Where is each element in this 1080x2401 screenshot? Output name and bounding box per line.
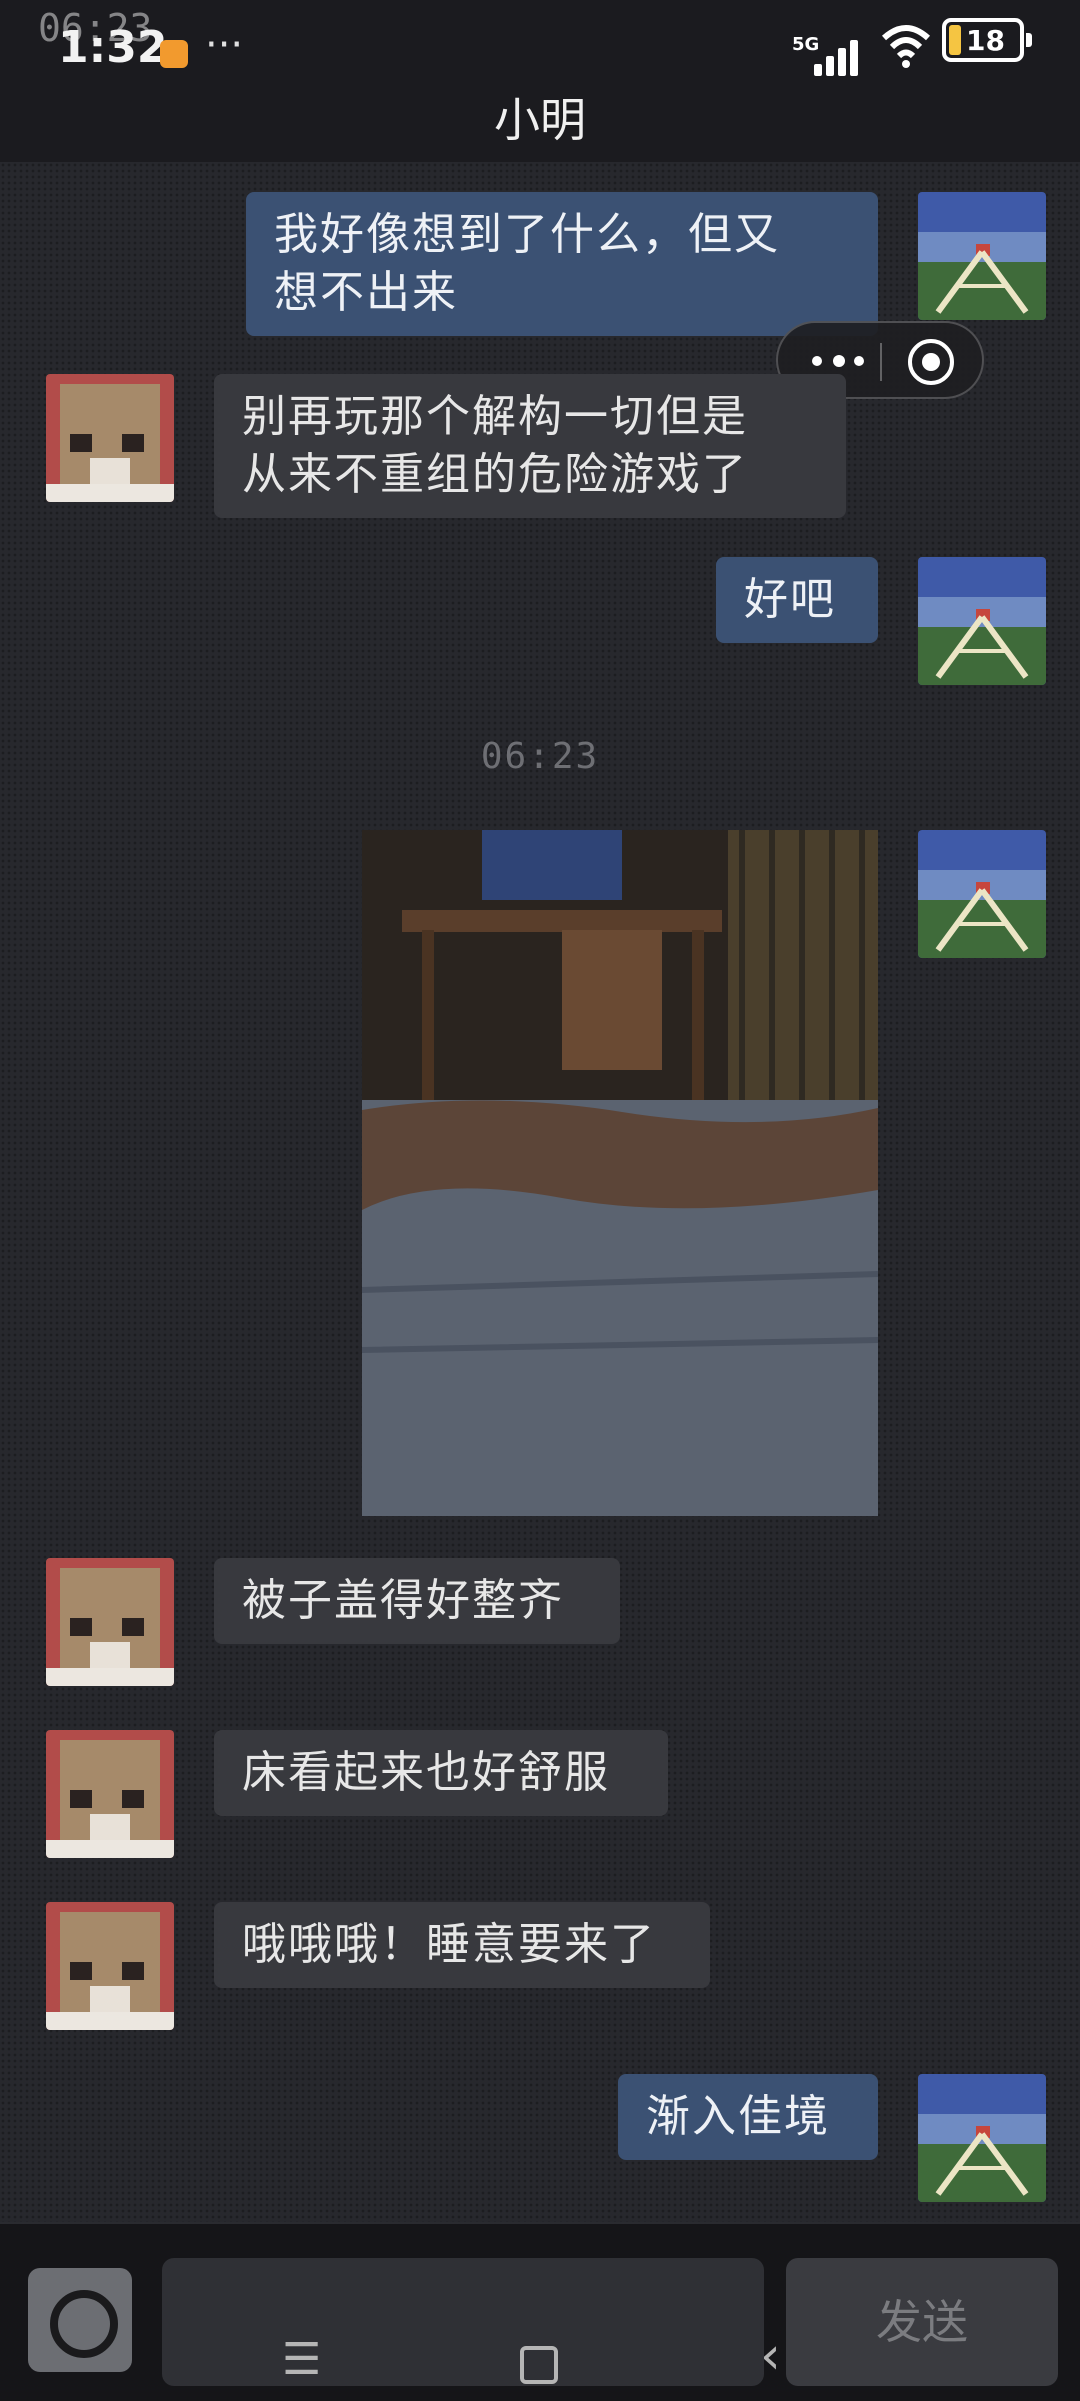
battery-icon: 18 bbox=[942, 18, 1032, 62]
chat-title: 小明 bbox=[494, 93, 586, 147]
message-bubble-outgoing[interactable]: 我好像想到了什么，但又 想不出来 bbox=[246, 192, 878, 336]
message-bubble-incoming[interactable]: 别再玩那个解构一切但是 从来不重组的危险游戏了 bbox=[214, 374, 846, 518]
my-avatar[interactable] bbox=[918, 2074, 1046, 2202]
my-avatar[interactable] bbox=[918, 192, 1046, 320]
status-time: 1:32 bbox=[58, 22, 168, 73]
message-bubble-incoming[interactable]: 床看起来也好舒服 bbox=[214, 1730, 668, 1816]
chat-screen: 06:23 1:32 ··· 5G 18 小明 我好像想到了什么，但又 想不出来… bbox=[0, 0, 1080, 2401]
nav-back-icon[interactable]: ‹ bbox=[760, 2326, 781, 2386]
capsule-divider bbox=[880, 343, 882, 381]
contact-avatar[interactable] bbox=[46, 1730, 174, 1858]
battery-level: 18 bbox=[966, 24, 1005, 57]
status-more-icon: ··· bbox=[205, 22, 244, 68]
photo-message[interactable] bbox=[362, 830, 878, 1516]
my-avatar[interactable] bbox=[918, 830, 1046, 958]
camera-button[interactable] bbox=[28, 2268, 132, 2372]
message-bubble-incoming[interactable]: 哦哦哦！睡意要来了 bbox=[214, 1902, 710, 1988]
nav-menu-icon[interactable]: ☰ bbox=[282, 2334, 321, 2385]
chat-timestamp: 06:23 bbox=[480, 736, 600, 777]
contact-avatar[interactable] bbox=[46, 1558, 174, 1686]
input-bar: 发送 ☰ ‹ bbox=[0, 2222, 1080, 2401]
message-bubble-incoming[interactable]: 被子盖得好整齐 bbox=[214, 1558, 620, 1644]
wifi-icon bbox=[881, 25, 931, 68]
message-bubble-outgoing[interactable]: 渐入佳境 bbox=[618, 2074, 878, 2160]
signal-icon bbox=[814, 36, 862, 76]
message-input[interactable] bbox=[162, 2258, 764, 2386]
app-notification-icon bbox=[160, 40, 188, 68]
my-avatar[interactable] bbox=[918, 557, 1046, 685]
message-bubble-outgoing[interactable]: 好吧 bbox=[716, 557, 878, 643]
nav-home-icon[interactable] bbox=[520, 2346, 558, 2384]
contact-avatar[interactable] bbox=[46, 1902, 174, 2030]
close-miniprogram-icon[interactable] bbox=[908, 339, 954, 385]
contact-avatar[interactable] bbox=[46, 374, 174, 502]
header-bar: 06:23 1:32 ··· 5G 18 小明 bbox=[0, 0, 1080, 162]
status-indicators: 5G 18 bbox=[792, 14, 1042, 76]
send-button[interactable]: 发送 bbox=[786, 2258, 1058, 2386]
